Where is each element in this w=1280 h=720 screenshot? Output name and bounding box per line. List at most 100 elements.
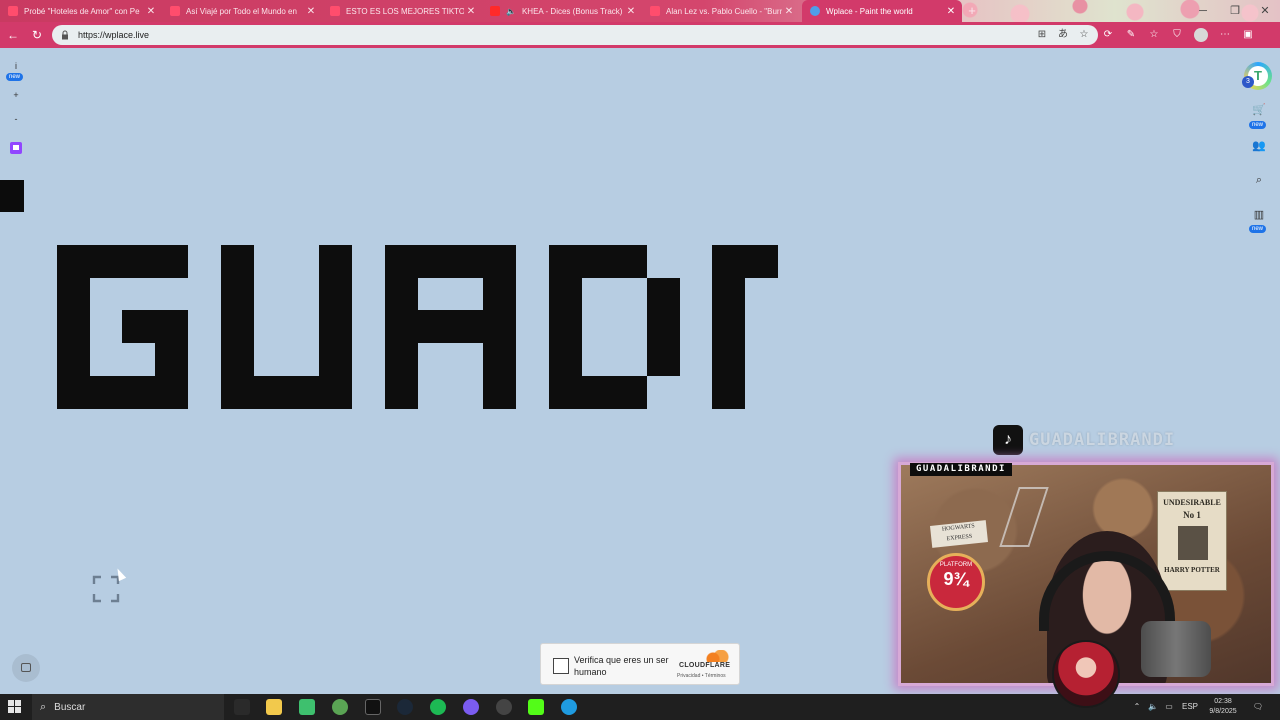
poster-title: UNDESIRABLE: [1163, 498, 1221, 507]
pixel-block: [647, 278, 680, 376]
wanted-poster: UNDESIRABLE No 1 HARRY POTTER: [1157, 491, 1227, 591]
close-window-icon[interactable]: ✕: [1252, 0, 1278, 22]
steam-icon[interactable]: [397, 699, 413, 715]
browser-tab-strip: Probé "Hoteles de Amor" con Pe ✕ Así Via…: [0, 0, 1280, 22]
new-tab-button[interactable]: +: [964, 3, 980, 19]
tiktok-username: GUADALIBRANDI: [1029, 430, 1176, 450]
volume-icon[interactable]: 🔈: [1146, 694, 1160, 720]
clock-date: 9/8/2025: [1209, 708, 1237, 715]
refresh-extension-icon[interactable]: ⟳: [1102, 29, 1114, 41]
translate-icon[interactable]: あ: [1057, 29, 1069, 41]
notification-icon[interactable]: 🗨: [1250, 694, 1266, 720]
browser-tab-5[interactable]: Alan Lez vs. Pablo Cuello - "Burro ✕: [642, 0, 800, 22]
favorite-star-icon[interactable]: ☆: [1078, 29, 1090, 41]
poster-number: No 1: [1183, 510, 1201, 520]
leaderboard-icon: ▥: [1253, 209, 1265, 221]
globe-icon: [810, 6, 820, 16]
search-location-button[interactable]: ⌕: [1248, 169, 1270, 191]
youtube-icon: [490, 6, 500, 16]
close-icon[interactable]: ✕: [944, 6, 958, 17]
browser-navigation-bar: ← ↻ https://wplace.live ⊞ あ ☆ ⟳ ✎ ☆ ⛉ ⋯ …: [0, 22, 1280, 48]
twitch-icon[interactable]: [10, 142, 22, 154]
file-explorer-icon[interactable]: [266, 699, 282, 715]
close-icon[interactable]: ✕: [144, 6, 158, 17]
browser-tab-6-active[interactable]: Wplace - Paint the world ✕: [802, 0, 962, 22]
close-icon[interactable]: ✕: [304, 6, 318, 17]
info-icon: i: [15, 61, 17, 71]
search-placeholder: Buscar: [54, 701, 86, 713]
browser-tab-4[interactable]: 🔈 KHEA - Dices (Bonus Track) ✕: [482, 0, 642, 22]
new-badge: new: [1249, 121, 1267, 129]
edge-browser-icon[interactable]: [561, 699, 577, 715]
streamer-avatar: [1052, 640, 1120, 708]
obs-icon[interactable]: [496, 699, 512, 715]
captcha-links[interactable]: Privacidad • Términos: [677, 673, 726, 679]
cloudflare-logo-icon: [704, 650, 730, 662]
keyboard-icon: [21, 663, 31, 672]
cart-icon: 🛒: [1252, 104, 1266, 116]
search-icon: ⌕: [1255, 174, 1263, 186]
reload-button[interactable]: ↻: [28, 26, 46, 44]
minus-icon: -: [14, 114, 18, 124]
url-text: https://wplace.live: [78, 30, 150, 40]
discord-icon[interactable]: [463, 699, 479, 715]
task-view-icon[interactable]: [234, 699, 250, 715]
cloudflare-brand: CLOUDFLARE: [679, 662, 731, 669]
search-icon: ⌕: [40, 700, 47, 713]
tab-label: Wplace - Paint the world: [826, 6, 913, 16]
epic-games-icon[interactable]: [365, 699, 381, 715]
shield-icon[interactable]: ⛉: [1171, 29, 1183, 41]
back-button[interactable]: ←: [4, 26, 22, 44]
webcam-label: GUADALIBRANDI: [910, 463, 1012, 476]
leaderboard-button[interactable]: ▥: [1248, 204, 1270, 226]
language-indicator[interactable]: ESP: [1180, 694, 1200, 720]
address-bar[interactable]: https://wplace.live ⊞ あ ☆: [52, 25, 1098, 45]
platform-sticker: PLATFORM 9¾: [927, 553, 985, 611]
browser-tab-2[interactable]: Así Viajé por Todo el Mundo en ✕: [162, 0, 322, 22]
cloudflare-captcha: Verifica que eres un ser humano CLOUDFLA…: [540, 643, 740, 685]
pixel-block: [385, 310, 516, 343]
poster-portrait: [1178, 526, 1208, 560]
palette-toggle-button[interactable]: [12, 654, 40, 682]
profile-avatar[interactable]: [1194, 28, 1208, 42]
tiktok-icon: ♪: [993, 425, 1023, 455]
close-icon[interactable]: ✕: [782, 6, 796, 17]
browser-tab-1[interactable]: Probé "Hoteles de Amor" con Pe ✕: [0, 0, 162, 22]
close-icon[interactable]: ✕: [464, 6, 478, 17]
store-button[interactable]: 🛒: [1248, 99, 1270, 121]
xbox-icon[interactable]: [332, 699, 348, 715]
pixel-block: [122, 310, 188, 343]
extension-icon[interactable]: ✎: [1125, 29, 1137, 41]
captcha-checkbox[interactable]: [553, 658, 569, 674]
tab-label: Alan Lez vs. Pablo Cuello - "Burro: [666, 6, 782, 16]
minecraft-launcher-icon[interactable]: [299, 699, 315, 715]
network-icon[interactable]: ▭: [1162, 694, 1176, 720]
windows-start-icon[interactable]: [8, 700, 22, 714]
zoom-in-button[interactable]: +: [6, 85, 26, 105]
spotify-icon[interactable]: [430, 699, 446, 715]
tiktok-handle: ♪ GUADALIBRANDI: [993, 425, 1175, 455]
taskbar-search-input[interactable]: ⌕ Buscar: [32, 694, 224, 720]
youtube-icon: [330, 6, 340, 16]
more-options-icon[interactable]: ⋯: [1219, 29, 1231, 41]
tab-label: Así Viajé por Todo el Mundo en: [186, 6, 297, 16]
taskbar-clock[interactable]: 02:38 9/8/2025: [1204, 697, 1242, 717]
minimize-icon[interactable]: ─: [1190, 0, 1216, 22]
sidebar-icon[interactable]: ▣: [1242, 29, 1254, 41]
group-icon: 👥: [1252, 140, 1266, 152]
restore-icon[interactable]: ❐: [1222, 0, 1248, 22]
pixel-block: [221, 376, 352, 409]
app-available-icon[interactable]: ⊞: [1036, 29, 1048, 41]
zoom-out-button[interactable]: -: [6, 109, 26, 129]
alliance-button[interactable]: 👥: [1248, 135, 1270, 157]
tab-label: Probé "Hoteles de Amor" con Pe: [24, 6, 140, 16]
favorites-icon[interactable]: ☆: [1148, 29, 1160, 41]
browser-tab-3[interactable]: ESTO ES LOS MEJORES TIKTOKS ✕: [322, 0, 482, 22]
chevron-up-icon[interactable]: ⌃: [1130, 694, 1144, 720]
fullscreen-icon[interactable]: [92, 575, 120, 603]
speaker-muted-icon[interactable]: 🔈: [506, 7, 516, 16]
clock-time: 02:38: [1214, 698, 1232, 705]
close-icon[interactable]: ✕: [624, 6, 638, 17]
platform-number: 9¾: [943, 569, 969, 589]
kick-icon[interactable]: [528, 699, 544, 715]
